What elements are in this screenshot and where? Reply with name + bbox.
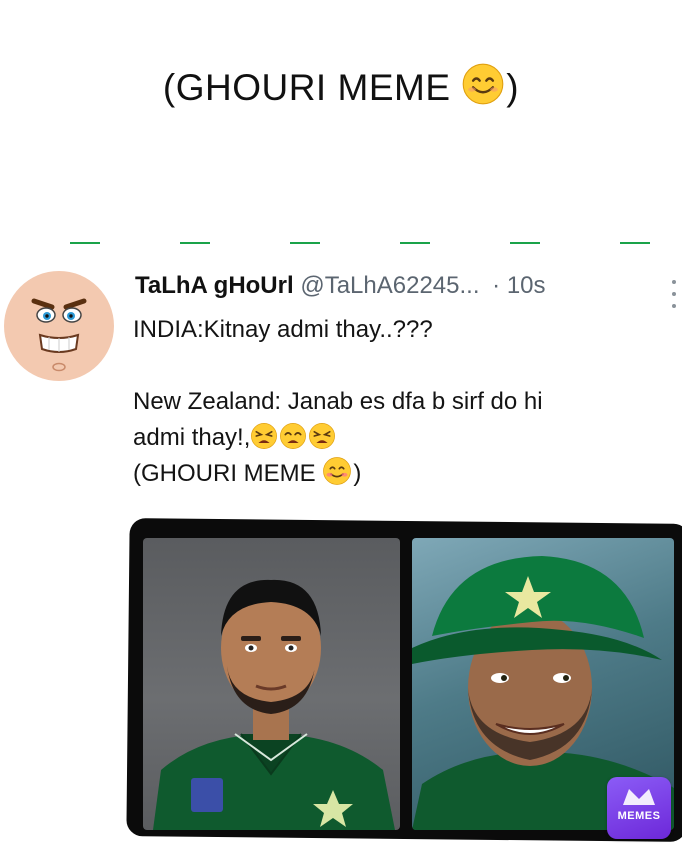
dash-divider	[290, 242, 320, 244]
smiling-face-emoji-icon	[323, 457, 352, 485]
dash-divider	[70, 242, 100, 244]
smiling-face-emoji-icon	[462, 63, 504, 105]
user-handle[interactable]: @TaLhA62245...	[300, 272, 479, 299]
tweet-line-with-emojis: admi thay!,	[133, 420, 673, 456]
tweet-line: INDIA:Kitnay admi thay..???	[133, 316, 433, 343]
tweet-line-close: )	[353, 460, 362, 487]
dash-divider	[620, 242, 650, 244]
tweet-timestamp[interactable]: · 10s	[492, 272, 545, 299]
meme-caption: (GHOURI MEME )	[0, 62, 682, 109]
cartoon-face-icon	[31, 298, 87, 372]
tweet-text: INDIA:Kitnay admi thay..??? New Zealand:…	[133, 312, 673, 492]
tweet-line: (GHOURI MEME	[133, 460, 323, 487]
avatar[interactable]	[4, 271, 114, 381]
tired-face-emoji-icon	[251, 423, 278, 449]
cricketer-portrait-left[interactable]	[143, 538, 400, 830]
caption-text: (GHOURI MEME	[162, 67, 462, 108]
tweet-line: New Zealand: Janab es dfa b sirf do hi	[133, 388, 543, 415]
tweet-line-with-emoji: (GHOURI MEME )	[133, 456, 673, 492]
display-name[interactable]: TaLhA gHoUrl	[135, 272, 294, 299]
tweet-header: TaLhA gHoUrl @TaLhA62245... · 10s	[135, 272, 546, 300]
tired-face-emoji-icon	[309, 423, 336, 449]
tweet-line: admi thay!,	[133, 424, 251, 451]
memes-watermark[interactable]: MEMES	[607, 777, 671, 839]
dash-divider	[180, 242, 210, 244]
dash-divider	[400, 242, 430, 244]
memes-logo-icon	[623, 789, 655, 805]
watermark-label: MEMES	[617, 810, 661, 822]
more-options-icon[interactable]	[670, 280, 678, 308]
dash-divider	[510, 242, 540, 244]
caption-close: )	[506, 67, 520, 108]
weary-face-emoji-icon	[280, 423, 307, 449]
decorative-dash-row	[0, 242, 682, 250]
player-left-illustration-icon	[153, 579, 395, 830]
